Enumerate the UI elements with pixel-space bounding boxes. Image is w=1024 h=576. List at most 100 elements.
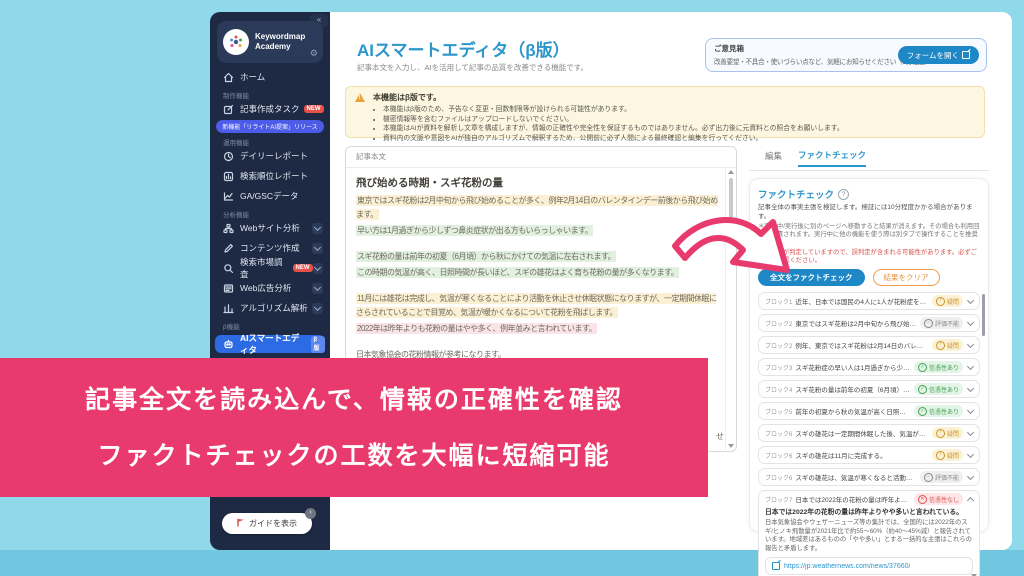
verdict-badge: −評価不能 <box>920 471 963 483</box>
sidebar-item-market-research[interactable]: 検索市場調査 NEW <box>210 259 330 277</box>
verdict-icon: ✓ <box>918 363 927 372</box>
factcheck-item[interactable]: ブロック2東京ではスギ花粉は2月中旬から飛び始めることが..−評価不能 <box>758 314 980 332</box>
sidebar-item-content-creation[interactable]: コンテンツ作成 <box>210 239 330 257</box>
claim-detail-body: 日本気象協会やウェザーニューズ等の集計では、全国的には2022年のスギ/ヒノキ飛… <box>765 519 973 553</box>
source-url[interactable]: https://jp.weathernews.com/news/37660/ <box>784 563 910 570</box>
verdict-icon: ! <box>936 429 945 438</box>
show-guide-button[interactable]: ガイドを表示 ‹ <box>222 513 312 534</box>
block-label: ブロック3 <box>765 363 792 372</box>
verdict-badge: !疑問 <box>932 427 963 439</box>
clear-results-button[interactable]: 結果をクリア <box>873 269 940 286</box>
factcheck-results: ブロック1近年、日本では国民の4人に1人が花粉症を患っている..!疑問ブロック2… <box>758 292 980 576</box>
article-line: 飛び始める時期・スギ花粉の量 <box>356 176 720 190</box>
chevron-down-icon[interactable] <box>312 223 323 234</box>
article-line <box>356 282 720 292</box>
page-subtitle: 記事本文を入力し、AIを活用して記事の品質を改善できる機能です。 <box>357 62 588 73</box>
verdict-icon: ✕ <box>918 495 927 504</box>
sidebar-item-daily-report[interactable]: デイリーレポート <box>210 147 330 165</box>
scroll-up-icon[interactable] <box>728 170 734 174</box>
chevron-down-icon[interactable] <box>312 243 323 254</box>
promo-banner: 記事全文を読み込んで、情報の正確性を確認 ファクトチェックの工数を大幅に短縮可能 <box>0 358 708 497</box>
tab-factcheck[interactable]: ファクトチェック <box>798 149 866 167</box>
sidebar-item-ga-gsc[interactable]: GA/GSCデータ <box>210 187 330 205</box>
chevron-down-icon[interactable] <box>967 406 974 413</box>
chevron-down-icon[interactable] <box>967 318 974 325</box>
source-link[interactable]: https://jp.weathernews.com/news/37660/ <box>765 557 973 575</box>
factcheck-item[interactable]: ブロック7日本では2022年の花粉の量は昨年よりやや多い..✕信憑性なし日本では… <box>758 490 980 576</box>
verdict-badge: ✓信憑性あり <box>914 361 963 373</box>
chevron-down-icon[interactable] <box>967 450 974 457</box>
factcheck-item[interactable]: ブロック3スギ花粉症の早い人は1月過ぎから少しずつ鼻炎..✓信憑性あり <box>758 358 980 376</box>
list-scrollbar-thumb[interactable] <box>982 294 985 336</box>
claim-text: 近年、日本では国民の4人に1人が花粉症を患っている.. <box>795 296 929 306</box>
section-label-beta: β機能 <box>223 321 330 331</box>
chevron-down-icon[interactable] <box>967 428 974 435</box>
block-label: ブロック6 <box>765 429 792 438</box>
article-line: 11月には雄花は完成し、気温が寒くなることにより活動を休止させ休眠状態になります… <box>356 292 720 320</box>
block-label: ブロック6 <box>765 451 792 460</box>
block-label: ブロック2 <box>765 341 792 350</box>
chevron-down-icon[interactable] <box>967 296 974 303</box>
article-line: 2022年は昨年よりも花粉の量はやや多く、例年並みと言われています。 <box>356 322 720 336</box>
beta-badge: β版 <box>311 336 326 353</box>
block-label: ブロック7 <box>765 495 792 504</box>
factcheck-item[interactable]: ブロック4スギ花粉の量は前年の初夏（6月頃）から秋にか..✓信憑性あり <box>758 380 980 398</box>
notice-title: 本機能はβ版です。 <box>373 92 974 103</box>
chevron-down-icon[interactable] <box>967 384 974 391</box>
claim-text: 東京ではスギ花粉は2月中旬から飛び始めることが.. <box>795 318 917 328</box>
section-label-production: 制作機能 <box>223 90 330 100</box>
verdict-icon: − <box>924 319 933 328</box>
block-label: ブロック5 <box>765 407 792 416</box>
ad-board-icon <box>223 283 234 294</box>
sidebar-item-algorithm[interactable]: アルゴリズム解析 <box>210 299 330 317</box>
article-line: この時期の気温が高く、日照時間が長いほど、スギの雄花はよく育ち花粉の量が多くなり… <box>356 266 720 280</box>
sidebar-item-ai-editor[interactable]: AIスマートエディタ β版 <box>215 335 325 353</box>
claim-detail-title: 日本では2022年の花粉の量は昨年よりやや多いと言われている。 <box>765 508 973 517</box>
chevron-down-icon[interactable] <box>312 303 323 314</box>
verdict-icon: ! <box>936 297 945 306</box>
chevron-up-icon[interactable] <box>967 496 974 503</box>
open-form-button[interactable]: フォームを開く <box>898 46 979 64</box>
block-label: ブロック6 <box>765 473 792 482</box>
factcheck-item[interactable]: ブロック6スギの雄花は一定期間休眠した後、気温が暖かくなる..!疑問 <box>758 424 980 442</box>
external-link-icon <box>962 51 970 59</box>
pencil-icon <box>223 243 234 254</box>
factcheck-item[interactable]: ブロック5前年の初夏から秋の気温が高く日照時間が長い..✓信憑性あり <box>758 402 980 420</box>
article-line <box>356 338 720 348</box>
chevron-down-icon[interactable] <box>313 263 323 274</box>
gear-icon[interactable]: ⚙ <box>310 48 318 59</box>
claim-text: スギの雄花は、気温が寒くなると活動を休止して.. <box>795 472 917 482</box>
claim-text: 日本では2022年の花粉の量は昨年よりやや多い.. <box>795 494 911 504</box>
flag-icon <box>237 518 245 529</box>
release-announcement[interactable]: 新機能「リライトAI提案」リリース <box>216 120 324 133</box>
help-icon[interactable]: ? <box>838 189 849 200</box>
chevron-down-icon[interactable] <box>967 340 974 347</box>
external-link-icon <box>772 562 780 570</box>
promo-line-2: ファクトチェックの工数を大幅に短縮可能 <box>97 441 610 471</box>
verdict-badge: !疑問 <box>932 339 963 351</box>
verdict-badge: ✕信憑性なし <box>914 493 963 505</box>
claim-text: 前年の初夏から秋の気温が高く日照時間が長い.. <box>795 406 911 416</box>
article-line: 早い方は1月過ぎから少しずつ鼻炎症状が出る方もいらっしゃいます。 <box>356 224 720 238</box>
sidebar-item-rank-report[interactable]: 検索順位レポート <box>210 167 330 185</box>
sidebar-item-ad-analysis[interactable]: Web広告分析 <box>210 279 330 297</box>
robot-icon <box>223 339 234 350</box>
line-chart-icon <box>223 191 234 202</box>
chevron-down-icon[interactable] <box>312 283 323 294</box>
sidebar-item-home[interactable]: ホーム <box>210 68 330 86</box>
collapse-guide-icon[interactable]: ‹ <box>305 508 316 519</box>
chevron-down-icon[interactable] <box>967 472 974 479</box>
factcheck-item[interactable]: ブロック6スギの雄花は、気温が寒くなると活動を休止して..−評価不能 <box>758 468 980 486</box>
app-root: « Keywordmap Academy ⚙ ホーム <box>0 0 1024 576</box>
brand-name: Keywordmap Academy <box>255 32 305 52</box>
edit-square-icon <box>223 104 234 115</box>
sidebar-item-web-analysis[interactable]: Webサイト分析 <box>210 219 330 237</box>
sidebar-item-article-task[interactable]: 記事作成タスク NEW <box>210 100 330 118</box>
section-label-analysis: 分析機能 <box>223 209 330 219</box>
brand-card[interactable]: Keywordmap Academy ⚙ <box>217 21 323 63</box>
scroll-down-icon[interactable] <box>728 444 734 448</box>
factcheck-item[interactable]: ブロック6スギの雄花は11月に完成する。!疑問 <box>758 446 980 464</box>
tab-edit[interactable]: 編集 <box>765 150 782 166</box>
factcheck-item[interactable]: ブロック2例年、東京ではスギ花粉は2月14日のバレンタインデー..!疑問 <box>758 336 980 354</box>
chevron-down-icon[interactable] <box>967 362 974 369</box>
